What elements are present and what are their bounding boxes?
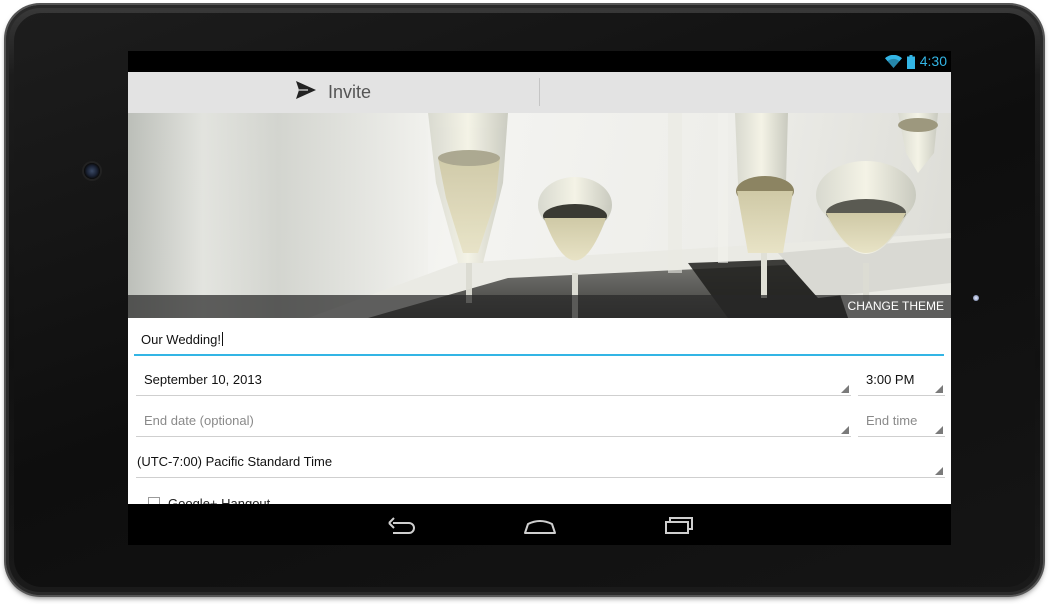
dropdown-triangle-icon — [935, 467, 943, 475]
champagne-glasses-photo — [128, 113, 951, 318]
change-theme-bar: CHANGE THEME — [128, 295, 951, 318]
start-time-value: 3:00 PM — [866, 372, 915, 387]
front-camera — [84, 163, 100, 179]
wifi-icon — [884, 55, 902, 68]
light-sensor — [973, 295, 979, 301]
timezone-spinner[interactable]: (UTC-7:00) Pacific Standard Time — [136, 450, 945, 478]
dropdown-triangle-icon — [841, 426, 849, 434]
action-bar-divider — [539, 78, 540, 106]
dropdown-triangle-icon — [935, 426, 943, 434]
text-cursor — [221, 332, 223, 346]
start-date-value: September 10, 2013 — [144, 372, 262, 387]
recent-apps-button[interactable] — [659, 512, 699, 538]
start-date-spinner[interactable]: September 10, 2013 — [136, 368, 851, 396]
home-button[interactable] — [520, 512, 560, 538]
dropdown-triangle-icon — [935, 385, 943, 393]
send-arrow-icon — [295, 81, 316, 104]
end-time-placeholder: End time — [866, 413, 918, 428]
start-time-spinner[interactable]: 3:00 PM — [858, 368, 945, 396]
dropdown-triangle-icon — [841, 385, 849, 393]
event-title-input[interactable]: Our Wedding! — [134, 330, 944, 356]
back-button[interactable] — [381, 512, 421, 538]
action-bar: Invite — [128, 72, 951, 114]
recent-apps-icon — [659, 512, 699, 538]
timezone-value: (UTC-7:00) Pacific Standard Time — [137, 454, 333, 469]
theme-banner-image: CHANGE THEME — [128, 113, 951, 318]
end-time-spinner[interactable]: End time — [858, 409, 945, 437]
back-icon — [381, 512, 421, 538]
change-theme-button[interactable]: CHANGE THEME — [848, 295, 944, 318]
status-bar: 4:30 — [128, 51, 951, 72]
battery-icon — [906, 54, 915, 69]
invite-label: Invite — [327, 82, 372, 102]
end-date-spinner[interactable]: End date (optional) — [136, 409, 851, 437]
home-icon — [520, 512, 560, 538]
status-icons: 4:30 — [884, 53, 947, 70]
invite-button[interactable]: Invite — [128, 72, 539, 113]
status-clock: 4:30 — [919, 53, 947, 69]
screen: 4:30 Invite CHANGE THEME Our Wedding! Se… — [128, 51, 951, 545]
event-title-value: Our Wedding! — [141, 332, 221, 347]
end-date-placeholder: End date (optional) — [144, 413, 254, 428]
navigation-bar — [128, 504, 951, 545]
event-form: Our Wedding! September 10, 2013 3:00 PM … — [128, 318, 951, 511]
